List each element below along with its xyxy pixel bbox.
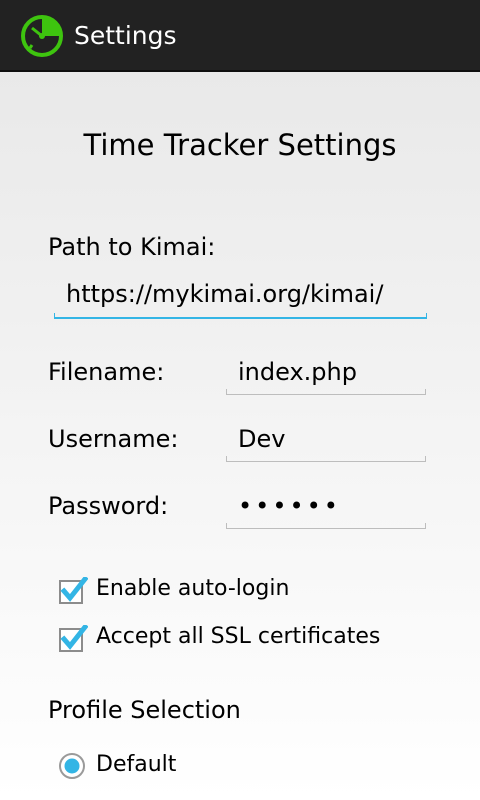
path-label: Path to Kimai: (48, 233, 216, 261)
path-value: https://mykimai.org/kimai/ (66, 280, 384, 308)
filename-tick-left (226, 389, 227, 395)
checkbox-checked-icon (58, 575, 89, 604)
filename-tick-right (425, 389, 426, 395)
password-underline (226, 528, 426, 529)
profile-option-label: Default (96, 752, 177, 777)
page-title: Time Tracker Settings (83, 128, 397, 162)
password-value: •••••• (238, 492, 341, 520)
path-tick-right (426, 313, 427, 319)
action-bar-title: Settings (74, 21, 177, 50)
filename-value: index.php (238, 358, 357, 386)
filename-label: Filename: (48, 358, 165, 386)
radio-selected-icon (58, 752, 86, 780)
checkbox-checked-icon (58, 623, 89, 652)
stopwatch-icon[interactable] (20, 14, 64, 58)
filename-underline (226, 394, 426, 395)
username-underline (226, 461, 426, 462)
filename-input[interactable]: index.php (226, 357, 426, 395)
password-tick-right (425, 523, 426, 529)
accept-ssl-label: Accept all SSL certificates (96, 624, 381, 649)
path-input[interactable]: https://mykimai.org/kimai/ (54, 279, 427, 319)
username-value: Dev (238, 425, 286, 453)
path-underline (54, 317, 427, 319)
username-tick-left (226, 456, 227, 462)
password-tick-left (226, 523, 227, 529)
username-tick-right (425, 456, 426, 462)
username-input[interactable]: Dev (226, 424, 426, 462)
path-tick-left (54, 313, 55, 319)
auto-login-label: Enable auto-login (96, 576, 290, 601)
profile-selection-title: Profile Selection (48, 696, 241, 724)
action-bar: Settings (0, 0, 480, 72)
password-label: Password: (48, 492, 169, 520)
username-label: Username: (48, 425, 179, 453)
password-input[interactable]: •••••• (226, 491, 426, 529)
